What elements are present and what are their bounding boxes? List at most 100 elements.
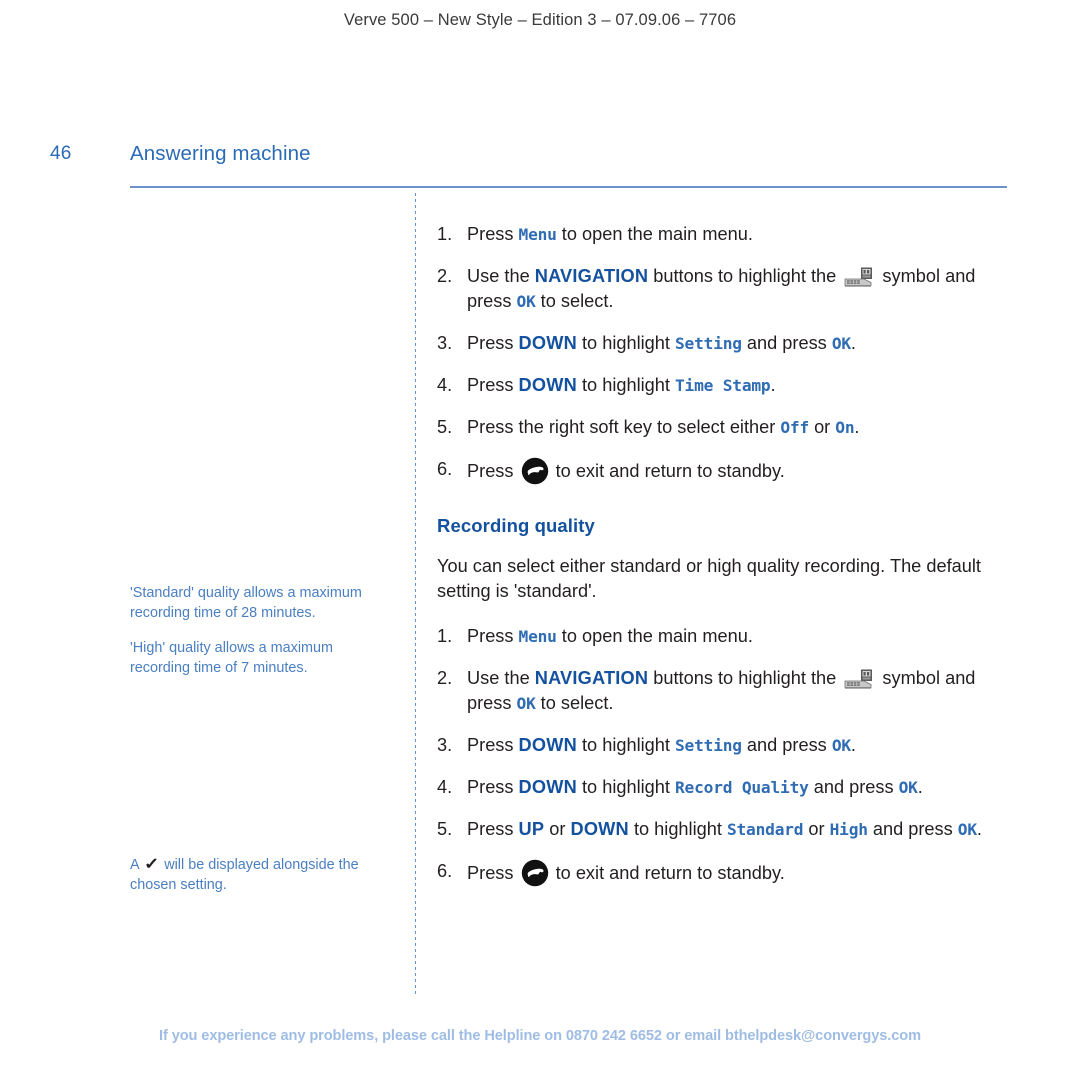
lcd-label: Setting	[675, 334, 742, 353]
page-title: Answering machine	[130, 142, 311, 165]
end-call-icon	[521, 457, 549, 485]
step-item: 5. Press UP or DOWN to highlight Standard…	[437, 817, 1017, 842]
hardware-key-label: DOWN	[518, 333, 577, 353]
step-text: and press	[741, 333, 832, 353]
sidenote-tick-after: will be displayed alongside the chosen s…	[130, 857, 359, 893]
step-text: Use the	[467, 668, 535, 688]
column-divider	[415, 193, 416, 996]
lcd-label: OK	[957, 820, 977, 839]
lcd-label: Off	[780, 418, 810, 437]
step-item: 2. Use the NAVIGATION buttons to highligh…	[437, 666, 1017, 716]
step-text: to highlight	[576, 333, 676, 353]
end-call-icon	[521, 859, 549, 887]
step-text: to exit and return to standby.	[550, 863, 785, 883]
step-text: to select.	[535, 693, 614, 713]
step-number: 2.	[437, 668, 453, 688]
main-column: 1. Press Menu to open the main menu. 2. Use…	[437, 222, 1017, 887]
step-text: and press	[867, 819, 958, 839]
lcd-label: OK	[516, 694, 536, 713]
page-title-row: 46 Answering machine	[0, 142, 1080, 176]
step-number: 6.	[437, 459, 453, 479]
step-number: 3.	[437, 333, 453, 353]
lcd-label: Standard	[726, 820, 804, 839]
step-number: 6.	[437, 861, 453, 881]
lcd-label: OK	[831, 736, 851, 755]
step-text: Press	[467, 735, 519, 755]
lcd-label: High	[829, 820, 868, 839]
page-number: 46	[50, 143, 72, 164]
running-head: Verve 500 – New Style – Edition 3 – 07.0…	[343, 11, 737, 29]
sidenote-group-tick: A ✓ will be displayed alongside the chos…	[130, 855, 392, 895]
step-text: and press	[741, 735, 832, 755]
recording-quality-intro: You can select either standard or high q…	[437, 556, 981, 601]
step-item: 1. Press Menu to open the main menu.	[437, 222, 1017, 247]
step-text: to open the main menu.	[556, 224, 753, 244]
step-number: 4.	[437, 777, 453, 797]
step-text: .	[976, 819, 982, 839]
sidenote-high-quality: 'High' quality allows a maximum recordin…	[130, 640, 334, 676]
step-text: .	[770, 375, 776, 395]
step-text: .	[854, 417, 860, 437]
recording-quality-heading: Recording quality	[437, 515, 595, 536]
step-number: 4.	[437, 375, 453, 395]
hardware-key-label: DOWN	[518, 375, 577, 395]
step-text: Press	[467, 224, 519, 244]
step-text: Press	[467, 375, 519, 395]
step-text: Press	[467, 819, 519, 839]
hardware-key-label: DOWN	[518, 735, 577, 755]
hardware-key-label: DOWN	[518, 777, 577, 797]
step-text: buttons to highlight the	[648, 668, 842, 688]
step-item: 4. Press DOWN to highlight Record Quality…	[437, 775, 1017, 800]
hardware-key-label: UP	[518, 819, 545, 839]
step-item: 3. Press DOWN to highlight Setting and pr…	[437, 331, 1017, 356]
step-text: Press	[467, 333, 519, 353]
step-text: to highlight	[576, 777, 676, 797]
hardware-key-label: DOWN	[570, 819, 629, 839]
time-stamp-step-list: 1. Press Menu to open the main menu. 2. Use…	[437, 222, 1017, 485]
hardware-key-label: NAVIGATION	[534, 668, 649, 688]
step-item: 6. Press to exit and return to standby.	[437, 859, 1017, 887]
lcd-label: OK	[898, 778, 918, 797]
step-number: 5.	[437, 417, 453, 437]
step-text: to select.	[535, 291, 614, 311]
step-text: or	[544, 819, 571, 839]
recording-quality-step-list: 1. Press Menu to open the main menu. 2. Use…	[437, 624, 1017, 887]
check-icon: ✓	[143, 856, 160, 873]
sidenote-checkmark-note: A ✓ will be displayed alongside the chos…	[130, 855, 392, 895]
step-text: or	[809, 417, 836, 437]
lcd-label: OK	[831, 334, 851, 353]
step-number: 2.	[437, 266, 453, 286]
step-text: Press	[467, 626, 519, 646]
step-text: Press	[467, 461, 519, 481]
step-item: 1. Press Menu to open the main menu.	[437, 624, 1017, 649]
step-item: 6. Press to exit and return to standby.	[437, 457, 1017, 485]
page-footer: If you experience any problems, please c…	[159, 1028, 921, 1044]
step-text: .	[917, 777, 923, 797]
lcd-label: Time Stamp	[675, 376, 771, 395]
step-text: to exit and return to standby.	[550, 461, 785, 481]
step-number: 5.	[437, 819, 453, 839]
answering-machine-icon	[844, 266, 874, 288]
step-text: buttons to highlight the	[648, 266, 842, 286]
step-number: 3.	[437, 735, 453, 755]
header-divider	[130, 186, 1007, 188]
lcd-label: Menu	[518, 225, 557, 244]
step-text: Press the right soft key to select eithe…	[467, 417, 781, 437]
step-number: 1.	[437, 224, 453, 244]
step-text: Press	[467, 863, 519, 883]
step-item: 2. Use the NAVIGATION buttons to highligh…	[437, 264, 1017, 314]
step-text: .	[850, 333, 856, 353]
lcd-label: Record Quality	[675, 778, 809, 797]
lcd-label: Setting	[675, 736, 742, 755]
step-item: 5. Press the right soft key to select eit…	[437, 415, 1017, 440]
step-text: to open the main menu.	[556, 626, 753, 646]
step-text: to highlight	[576, 375, 676, 395]
step-text: to highlight	[576, 735, 676, 755]
step-text: .	[850, 735, 856, 755]
step-text: or	[803, 819, 830, 839]
step-item: 3. Press DOWN to highlight Setting and pr…	[437, 733, 1017, 758]
lcd-label: OK	[516, 292, 536, 311]
lcd-label: Menu	[518, 627, 557, 646]
answering-machine-icon	[844, 668, 874, 690]
step-item: 4. Press DOWN to highlight Time Stamp.	[437, 373, 1017, 398]
